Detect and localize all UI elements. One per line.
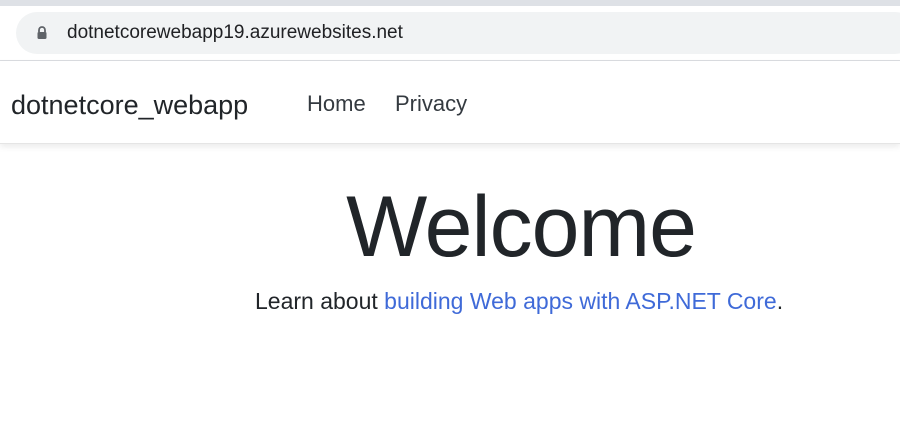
learn-about-text: Learn about building Web apps with ASP.N… bbox=[255, 287, 783, 315]
address-bar[interactable]: dotnetcorewebapp19.azurewebsites.net bbox=[16, 12, 900, 54]
url-text[interactable]: dotnetcorewebapp19.azurewebsites.net bbox=[67, 22, 403, 44]
nav-link-home[interactable]: Home bbox=[307, 91, 366, 117]
site-brand[interactable]: dotnetcore_webapp bbox=[11, 89, 248, 121]
browser-top-strip bbox=[0, 0, 900, 6]
main-content: Welcome Learn about building Web apps wi… bbox=[0, 145, 900, 425]
nav-link-privacy[interactable]: Privacy bbox=[395, 91, 467, 117]
learn-suffix: . bbox=[776, 288, 784, 314]
page-title: Welcome bbox=[346, 179, 697, 275]
learn-prefix: Learn about bbox=[255, 288, 385, 314]
site-navbar: dotnetcore_webapp Home Privacy bbox=[0, 61, 900, 144]
lock-icon[interactable] bbox=[36, 26, 48, 40]
aspnet-core-docs-link[interactable]: building Web apps with ASP.NET Core bbox=[384, 288, 777, 314]
browser-chrome: dotnetcorewebapp19.azurewebsites.net bbox=[0, 0, 900, 61]
